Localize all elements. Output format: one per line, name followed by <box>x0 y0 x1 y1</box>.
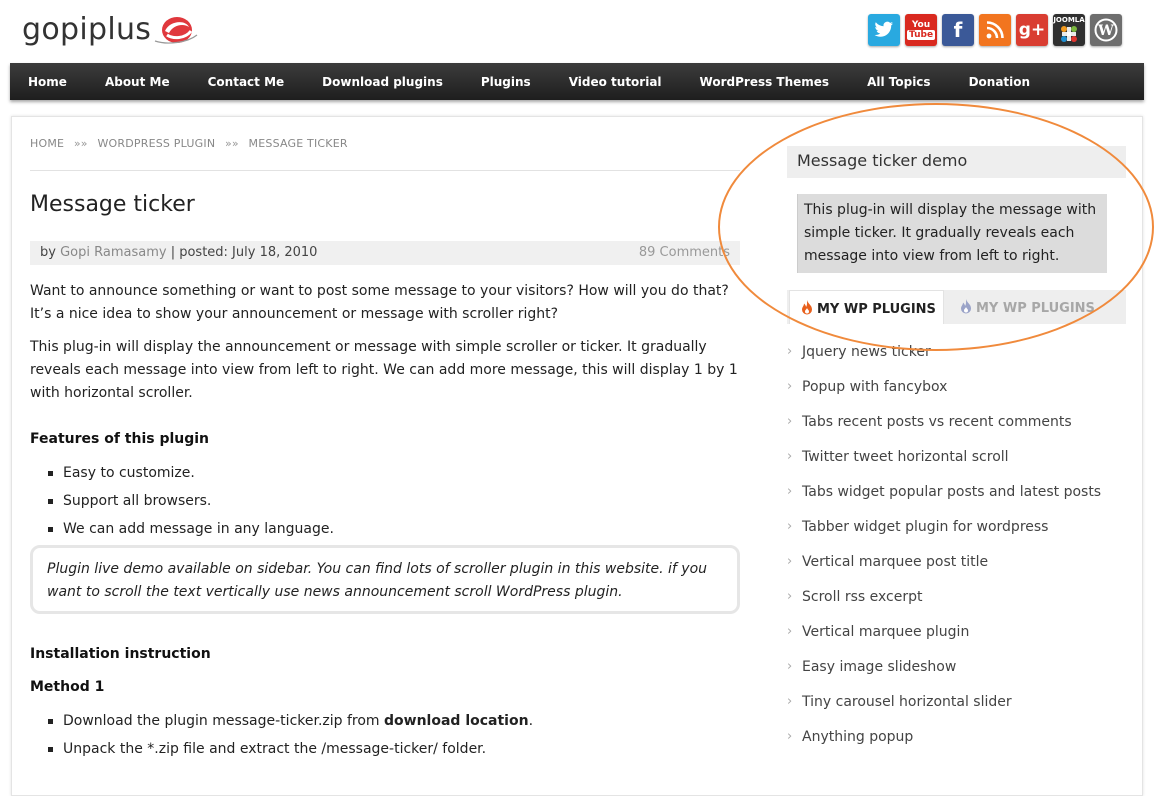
demo-note: Plugin live demo available on sidebar. Y… <box>30 545 740 614</box>
nav-donation[interactable]: Donation <box>969 75 1030 89</box>
features-heading: Features of this plugin <box>30 431 210 447</box>
tab-label: MY WP PLUGINS <box>817 302 936 317</box>
flame-icon <box>961 299 971 314</box>
svg-text:W: W <box>1097 23 1114 39</box>
breadcrumb-section[interactable]: WORDPRESS PLUGIN <box>97 137 215 150</box>
list-item: Unpack the *.zip file and extract the /m… <box>48 735 533 763</box>
youtube-you-label: You <box>911 20 931 30</box>
tab-my-wp-plugins-inactive[interactable]: MY WP PLUGINS <box>947 290 1117 324</box>
method-heading: Method 1 <box>30 679 105 695</box>
nav-about-me[interactable]: About Me <box>105 75 170 89</box>
step1-text: Download the plugin message-ticker.zip f… <box>63 713 385 729</box>
plugin-link[interactable]: Vertical marquee plugin <box>787 620 1127 655</box>
post-meta: by Gopi Ramasamy | posted: July 18, 2010… <box>30 241 740 265</box>
comments-link[interactable]: 89 Comments <box>639 245 730 260</box>
installation-heading: Installation instruction <box>30 646 211 662</box>
youtube-icon[interactable]: You Tube <box>905 14 937 46</box>
wordpress-icon[interactable]: W <box>1090 14 1122 46</box>
nav-plugins[interactable]: Plugins <box>481 75 531 89</box>
list-item: Download the plugin message-ticker.zip f… <box>48 707 533 735</box>
logo-swirl-icon <box>155 16 198 44</box>
plugin-list: Jquery news ticker Popup with fancybox T… <box>787 340 1127 760</box>
step1-suffix: . <box>528 713 534 729</box>
plugin-link[interactable]: Scroll rss excerpt <box>787 585 1127 620</box>
plugin-link[interactable]: Tiny carousel horizontal slider <box>787 690 1127 725</box>
plugin-link[interactable]: Easy image slideshow <box>787 655 1127 690</box>
breadcrumb: HOME »» WORDPRESS PLUGIN »» MESSAGE TICK… <box>30 137 348 150</box>
plugin-link[interactable]: Popup with fancybox <box>787 375 1127 410</box>
nav-download-plugins[interactable]: Download plugins <box>322 75 443 89</box>
facebook-icon[interactable]: f <box>942 14 974 46</box>
plugin-link[interactable]: Jquery news ticker <box>787 340 1127 375</box>
install-steps: Download the plugin message-ticker.zip f… <box>48 707 533 763</box>
nav-contact-me[interactable]: Contact Me <box>208 75 285 89</box>
logo-text: gopiplus <box>22 12 152 47</box>
plugin-link[interactable]: Tabber widget plugin for wordpress <box>787 515 1127 550</box>
plugins-tabs: MY WP PLUGINS MY WP PLUGINS <box>787 290 1126 324</box>
google-plus-icon[interactable]: g+ <box>1016 14 1048 46</box>
divider <box>30 170 740 171</box>
meta-posted: | posted: July 18, 2010 <box>170 245 318 260</box>
joomla-label: JOOMLA <box>1053 16 1085 24</box>
twitter-icon[interactable] <box>868 14 900 46</box>
description-paragraph: This plug-in will display the announceme… <box>30 339 738 401</box>
site-logo[interactable]: gopiplus <box>22 12 199 47</box>
rss-icon[interactable] <box>979 14 1011 46</box>
nav-all-topics[interactable]: All Topics <box>867 75 931 89</box>
nav-video-tutorial[interactable]: Video tutorial <box>569 75 662 89</box>
list-item: Easy to customize. <box>48 459 334 487</box>
tab-label: MY WP PLUGINS <box>976 301 1095 316</box>
plugin-link[interactable]: Vertical marquee post title <box>787 550 1127 585</box>
message-ticker-box: This plug-in will display the message wi… <box>797 194 1107 273</box>
youtube-tube-label: Tube <box>906 30 936 40</box>
download-location-link[interactable]: download location <box>384 713 529 729</box>
list-item: We can add message in any language. <box>48 515 334 543</box>
list-item: Support all browsers. <box>48 487 334 515</box>
features-list: Easy to customize. Support all browsers.… <box>48 459 334 543</box>
plugin-link[interactable]: Tabs recent posts vs recent comments <box>787 410 1127 445</box>
author-link[interactable]: Gopi Ramasamy <box>60 245 166 260</box>
tab-my-wp-plugins-active[interactable]: MY WP PLUGINS <box>789 290 944 324</box>
nav-home[interactable]: Home <box>28 75 67 89</box>
breadcrumb-home[interactable]: HOME <box>30 137 64 150</box>
joomla-icon[interactable]: JOOMLA <box>1053 14 1085 46</box>
site-header: gopiplus You Tube f g+ JOOMLA W <box>0 0 1155 62</box>
page-title: Message ticker <box>30 192 195 217</box>
demo-widget-title: Message ticker demo <box>787 146 1126 178</box>
plugin-link[interactable]: Twitter tweet horizontal scroll <box>787 445 1127 480</box>
breadcrumb-separator: »» <box>73 137 88 150</box>
intro-paragraph: Want to announce something or want to po… <box>30 283 729 322</box>
main-nav: Home About Me Contact Me Download plugin… <box>10 63 1144 100</box>
plugin-link[interactable]: Tabs widget popular posts and latest pos… <box>787 480 1127 515</box>
social-links: You Tube f g+ JOOMLA W <box>868 14 1122 46</box>
nav-wordpress-themes[interactable]: WordPress Themes <box>700 75 830 89</box>
plugin-link[interactable]: Anything popup <box>787 725 1127 760</box>
breadcrumb-current: MESSAGE TICKER <box>248 137 348 150</box>
flame-icon <box>802 300 812 315</box>
meta-by: by <box>40 245 56 260</box>
breadcrumb-separator: »» <box>224 137 239 150</box>
